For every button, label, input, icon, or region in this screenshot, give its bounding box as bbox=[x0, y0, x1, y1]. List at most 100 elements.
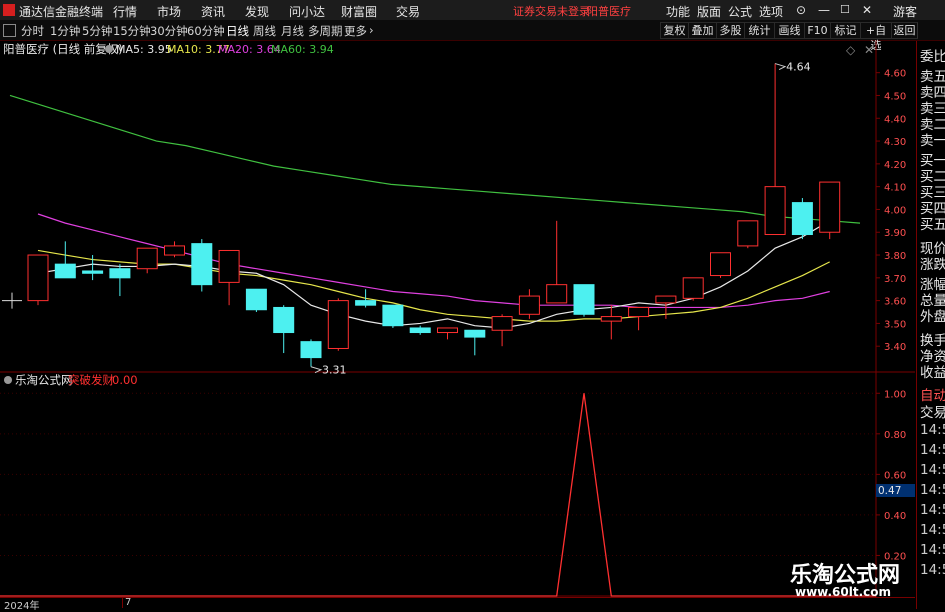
ma-legend: MA5: 3.95 MA10: 3.77 MA20: 3.64 MA60: 3.… bbox=[105, 43, 334, 56]
add-watchlist-button[interactable]: +自选 bbox=[860, 22, 892, 52]
y-axis-label: 4.30 bbox=[884, 137, 906, 148]
candle-up bbox=[764, 186, 786, 236]
candle-down bbox=[245, 288, 267, 311]
y-axis-label: 3.50 bbox=[884, 319, 906, 330]
sub-y-label: 0.40 bbox=[884, 511, 906, 522]
menu-item-ask[interactable]: 问小达 bbox=[289, 3, 325, 20]
y-axis-label: 4.40 bbox=[884, 114, 906, 125]
chart-close-icon[interactable]: ✕ bbox=[864, 43, 874, 57]
menu-item-news[interactable]: 资讯 bbox=[201, 3, 225, 20]
menu-item-trade[interactable]: 交易 bbox=[396, 3, 420, 20]
menu-item-wealth[interactable]: 财富圈 bbox=[341, 3, 377, 20]
tick-time: 14:56 bbox=[920, 562, 945, 578]
sub-y-label: 1.00 bbox=[884, 389, 906, 400]
tab-period-1min[interactable]: 1分钟 bbox=[50, 23, 80, 39]
watermark-url: www.60lt.com bbox=[795, 585, 892, 599]
menu-item-discover[interactable]: 发现 bbox=[245, 3, 269, 20]
tick-time: 14:56 bbox=[920, 542, 945, 558]
tab-period-multi[interactable]: 多周期 bbox=[308, 23, 343, 39]
menu-item-quotes[interactable]: 行情 bbox=[113, 3, 137, 20]
period-toolbar: 分时 1分钟 5分钟 15分钟 30分钟 60分钟 日线 周线 月线 多周期 更… bbox=[0, 20, 945, 52]
back-button[interactable]: 返回 bbox=[891, 22, 918, 39]
quote-item-outer[interactable]: 外盘 bbox=[920, 305, 945, 325]
trade-label[interactable]: 交易 bbox=[920, 401, 945, 421]
tick-time: 14:56 bbox=[920, 482, 945, 498]
chevron-right-icon[interactable]: › bbox=[369, 23, 374, 37]
guest-user-label[interactable]: 游客 bbox=[893, 3, 917, 20]
quote-item-weibi[interactable]: 委比 bbox=[920, 45, 945, 65]
sub-indicator-dot-icon[interactable] bbox=[4, 376, 12, 384]
close-icon[interactable]: ✕ bbox=[862, 3, 872, 17]
multi-stock-button[interactable]: 多股 bbox=[716, 22, 745, 39]
candle-up bbox=[491, 316, 513, 331]
sub-indicator-value: 0.00 bbox=[112, 373, 138, 387]
tab-period-monthly[interactable]: 月线 bbox=[281, 23, 304, 39]
sub-indicator-name: 突破发财 bbox=[68, 373, 114, 387]
f10-button[interactable]: F10 bbox=[804, 22, 831, 39]
high-marker-arrow bbox=[774, 63, 787, 71]
draw-line-button[interactable]: 画线 bbox=[774, 22, 805, 39]
candle-up bbox=[628, 306, 650, 318]
sub-chart-legend: 乐淘公式网 突破发财 0.00 bbox=[4, 373, 138, 387]
menu-item-function[interactable]: 功能 bbox=[666, 3, 690, 20]
menu-item-formula[interactable]: 公式 bbox=[728, 3, 752, 20]
candle-down bbox=[82, 270, 104, 274]
tab-period-60min[interactable]: 60分钟 bbox=[187, 23, 225, 39]
quote-item-bid5[interactable]: 买五 bbox=[920, 213, 945, 233]
quote-item-ask1[interactable]: 卖一 bbox=[920, 129, 945, 149]
help-circle-icon[interactable]: ⊙ bbox=[796, 3, 806, 17]
y-axis-label: 3.60 bbox=[884, 297, 906, 308]
candle-up bbox=[682, 277, 704, 299]
tab-period-15min[interactable]: 15分钟 bbox=[113, 23, 151, 39]
candle-up bbox=[819, 181, 841, 233]
candle-down bbox=[464, 329, 486, 338]
diamond-icon[interactable]: ◇ bbox=[846, 43, 856, 57]
trade-login-warning[interactable]: 证券交易未登录 bbox=[513, 3, 590, 19]
chart-title: 阳普医疗 (日线 前复权) bbox=[3, 42, 123, 56]
candle-up bbox=[164, 245, 185, 256]
candle-down bbox=[355, 300, 377, 306]
toolbar-toggle-checkbox[interactable] bbox=[3, 24, 16, 37]
ma60-label: MA60: 3.94 bbox=[271, 43, 334, 56]
tab-period-daily[interactable]: 日线 bbox=[226, 23, 249, 39]
menu-item-market[interactable]: 市场 bbox=[157, 3, 181, 20]
chart-area[interactable]: 4.60 4.50 4.40 4.30 4.20 4.10 4.00 3.90 3.80 3.70… bbox=[0, 41, 915, 609]
breakout-signal-line bbox=[0, 393, 876, 597]
maximize-icon[interactable]: ☐ bbox=[840, 3, 850, 16]
mark-button[interactable]: 标记 bbox=[830, 22, 861, 39]
statistics-button[interactable]: 统计 bbox=[744, 22, 775, 39]
tab-period-timeshare[interactable]: 分时 bbox=[21, 23, 44, 39]
y-axis-label: 4.10 bbox=[884, 183, 906, 194]
sub-chart-title: 乐淘公式网 bbox=[15, 373, 73, 387]
candle-down bbox=[109, 268, 131, 279]
app-logo-icon bbox=[3, 4, 15, 16]
adjust-button[interactable]: 复权 bbox=[660, 22, 689, 39]
tab-period-5min[interactable]: 5分钟 bbox=[82, 23, 112, 39]
tick-time: 14:56 bbox=[920, 422, 945, 438]
candle-up bbox=[710, 252, 731, 277]
minimize-icon[interactable]: — bbox=[818, 3, 830, 17]
tab-period-30min[interactable]: 30分钟 bbox=[150, 23, 188, 39]
tick-time: 14:56 bbox=[920, 502, 945, 518]
tab-period-more[interactable]: 更多 bbox=[344, 23, 367, 39]
menu-item-layout[interactable]: 版面 bbox=[697, 3, 721, 20]
y-axis-label: 4.60 bbox=[884, 69, 906, 80]
time-axis: 2024年 7 bbox=[0, 597, 915, 612]
candle-up bbox=[327, 300, 349, 349]
indicator-dot-icon[interactable] bbox=[105, 45, 113, 53]
quote-item-earnings[interactable]: 收益 bbox=[920, 361, 945, 381]
candle-down bbox=[791, 202, 813, 236]
overlay-button[interactable]: 叠加 bbox=[688, 22, 717, 39]
tab-period-weekly[interactable]: 周线 bbox=[253, 23, 276, 39]
candle-up bbox=[27, 254, 49, 302]
menu-item-options[interactable]: 选项 bbox=[759, 3, 783, 20]
y-axis-label: 3.70 bbox=[884, 274, 906, 285]
moving-average-lines bbox=[9, 94, 861, 329]
candle-down bbox=[409, 327, 431, 334]
main-y-axis: 4.60 4.50 4.40 4.30 4.20 4.10 4.00 3.90 3.80 3.70… bbox=[876, 69, 906, 353]
quote-item-change[interactable]: 涨跌 bbox=[920, 253, 945, 273]
candle-up bbox=[136, 247, 158, 270]
candlestick-chart[interactable]: 4.60 4.50 4.40 4.30 4.20 4.10 4.00 3.90 3.80 3.70… bbox=[0, 41, 915, 609]
sub-y-label: 0.80 bbox=[884, 430, 906, 441]
current-stock-name: 阳普医疗 bbox=[587, 5, 631, 18]
